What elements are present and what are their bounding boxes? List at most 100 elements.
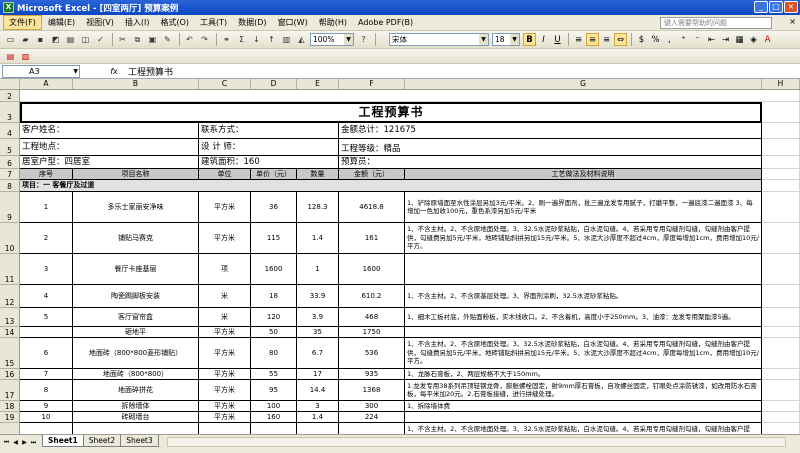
align-center-icon[interactable]: ≡ <box>586 33 599 46</box>
column-header-h[interactable]: H <box>762 79 800 89</box>
row-header[interactable]: 3 <box>0 102 20 123</box>
area-cell[interactable]: 建筑面积：160 <box>199 156 339 169</box>
increase-indent-icon[interactable]: ⇥ <box>719 33 732 46</box>
row-header[interactable]: 18 <box>0 401 20 412</box>
row-header[interactable]: 17 <box>0 380 20 401</box>
align-right-icon[interactable]: ≡ <box>600 33 613 46</box>
print-preview-icon[interactable]: ◫ <box>79 33 92 46</box>
percent-icon[interactable]: % <box>649 33 662 46</box>
row-header[interactable]: 14 <box>0 327 20 338</box>
row-header[interactable]: 7 <box>0 169 20 180</box>
currency-icon[interactable]: $ <box>635 33 648 46</box>
address-cell[interactable]: 工程地点： <box>20 139 199 156</box>
header-no[interactable]: 序号 <box>20 169 73 180</box>
tab-sheet2[interactable]: Sheet2 <box>82 435 122 447</box>
sort-ascending-icon[interactable]: ↓ <box>250 33 263 46</box>
header-description[interactable]: 工艺做法及材料说明 <box>405 169 762 180</box>
row-header[interactable]: 5 <box>0 139 20 156</box>
pdf-email-icon[interactable]: ▧ <box>19 50 32 63</box>
header-amount[interactable]: 金额（元） <box>339 169 405 180</box>
new-file-icon[interactable]: ▭ <box>4 33 17 46</box>
row-header[interactable]: 12 <box>0 285 20 308</box>
column-header-d[interactable]: D <box>251 79 297 89</box>
menu-help[interactable]: 帮助(H) <box>314 16 352 29</box>
row-header[interactable]: 9 <box>0 192 20 223</box>
first-sheet-icon[interactable]: ⏮ <box>2 439 11 447</box>
fill-color-icon[interactable]: ◈ <box>747 33 760 46</box>
menu-insert[interactable]: 插入(I) <box>120 16 155 29</box>
formula-input[interactable]: 工程预算书 <box>128 65 173 78</box>
permission-icon[interactable]: ◩ <box>49 33 62 46</box>
align-left-icon[interactable]: ≡ <box>572 33 585 46</box>
open-folder-icon[interactable]: ▰ <box>19 33 32 46</box>
house-type-cell[interactable]: 居室户型：四居室 <box>20 156 199 169</box>
save-icon[interactable]: ▪ <box>34 33 47 46</box>
header-quantity[interactable]: 数量 <box>297 169 339 180</box>
font-size-select[interactable]: 18 ▼ <box>492 33 520 46</box>
menu-edit[interactable]: 编辑(E) <box>43 16 80 29</box>
copy-icon[interactable]: ⧉ <box>131 33 144 46</box>
fx-icon[interactable]: fx <box>104 67 124 76</box>
merge-center-icon[interactable]: ⇔ <box>614 33 627 46</box>
row-header[interactable]: 16 <box>0 369 20 380</box>
designer-cell[interactable]: 设 计 师： <box>199 139 339 156</box>
row-header[interactable]: 11 <box>0 254 20 285</box>
menu-file[interactable]: 文件(F) <box>3 15 42 30</box>
font-name-select[interactable]: 宋体 ▼ <box>389 33 489 46</box>
autosum-icon[interactable]: Σ <box>235 33 248 46</box>
row-header[interactable]: 13 <box>0 308 20 327</box>
chart-wizard-icon[interactable]: ▥ <box>280 33 293 46</box>
contact-cell[interactable]: 联系方式： <box>199 123 339 139</box>
column-header-c[interactable]: C <box>199 79 251 89</box>
header-item-name[interactable]: 项目名称 <box>73 169 199 180</box>
section-title[interactable]: 项目：一 客餐厅及过道 <box>20 180 762 192</box>
select-all-corner[interactable] <box>0 79 20 89</box>
bold-button[interactable]: B <box>523 33 536 46</box>
print-icon[interactable]: ▤ <box>64 33 77 46</box>
menu-format[interactable]: 格式(O) <box>155 16 194 29</box>
help-search-input[interactable]: 键入需要帮助的问题 <box>660 17 772 29</box>
paste-icon[interactable]: ▣ <box>146 33 159 46</box>
decrease-decimal-icon[interactable]: ⁻ <box>691 33 704 46</box>
row-header[interactable]: 19 <box>0 412 20 423</box>
comma-style-icon[interactable]: , <box>663 33 676 46</box>
close-workbook-icon[interactable]: × <box>789 17 796 26</box>
row-header[interactable]: 4 <box>0 123 20 139</box>
menu-data[interactable]: 数据(D) <box>233 16 271 29</box>
help-icon[interactable]: ? <box>357 33 370 46</box>
next-sheet-icon[interactable]: ▶ <box>20 439 29 447</box>
cut-icon[interactable]: ✂ <box>116 33 129 46</box>
header-unit[interactable]: 单位 <box>199 169 251 180</box>
increase-decimal-icon[interactable]: ⁺ <box>677 33 690 46</box>
zoom-select[interactable]: 100% ▼ <box>310 33 354 46</box>
undo-icon[interactable]: ↶ <box>183 33 196 46</box>
underline-button[interactable]: U <box>551 33 564 46</box>
row-header[interactable]: 6 <box>0 156 20 169</box>
maximize-button[interactable]: □ <box>769 1 783 13</box>
format-painter-icon[interactable]: ✎ <box>161 33 174 46</box>
redo-icon[interactable]: ↷ <box>198 33 211 46</box>
row-header[interactable]: 15 <box>0 338 20 369</box>
close-button[interactable]: × <box>784 1 798 13</box>
menu-tools[interactable]: 工具(T) <box>195 16 232 29</box>
total-amount-cell[interactable]: 金额总计：121675 <box>339 123 762 139</box>
font-color-icon[interactable]: A <box>761 33 774 46</box>
horizontal-scrollbar[interactable] <box>166 437 786 447</box>
convert-to-pdf-icon[interactable]: ▤ <box>4 50 17 63</box>
sheet-title[interactable]: 工程预算书 <box>20 102 762 123</box>
last-sheet-icon[interactable]: ⏭ <box>29 439 38 447</box>
customer-name-cell[interactable]: 客户姓名： <box>20 123 199 139</box>
spelling-icon[interactable]: ✓ <box>94 33 107 46</box>
minimize-button[interactable]: _ <box>754 1 768 13</box>
column-header-a[interactable]: A <box>20 79 73 89</box>
grade-cell[interactable]: 工程等级：精品 <box>339 139 762 156</box>
borders-icon[interactable]: ▦ <box>733 33 746 46</box>
italic-button[interactable]: I <box>537 33 550 46</box>
decrease-indent-icon[interactable]: ⇤ <box>705 33 718 46</box>
prev-sheet-icon[interactable]: ◀ <box>11 439 20 447</box>
tab-sheet1[interactable]: Sheet1 <box>42 435 84 447</box>
header-unit-price[interactable]: 单价（元） <box>251 169 297 180</box>
menu-adobe-pdf[interactable]: Adobe PDF(B) <box>353 17 418 28</box>
budgeter-cell[interactable]: 预算员： <box>339 156 762 169</box>
drawing-icon[interactable]: ◭ <box>295 33 308 46</box>
